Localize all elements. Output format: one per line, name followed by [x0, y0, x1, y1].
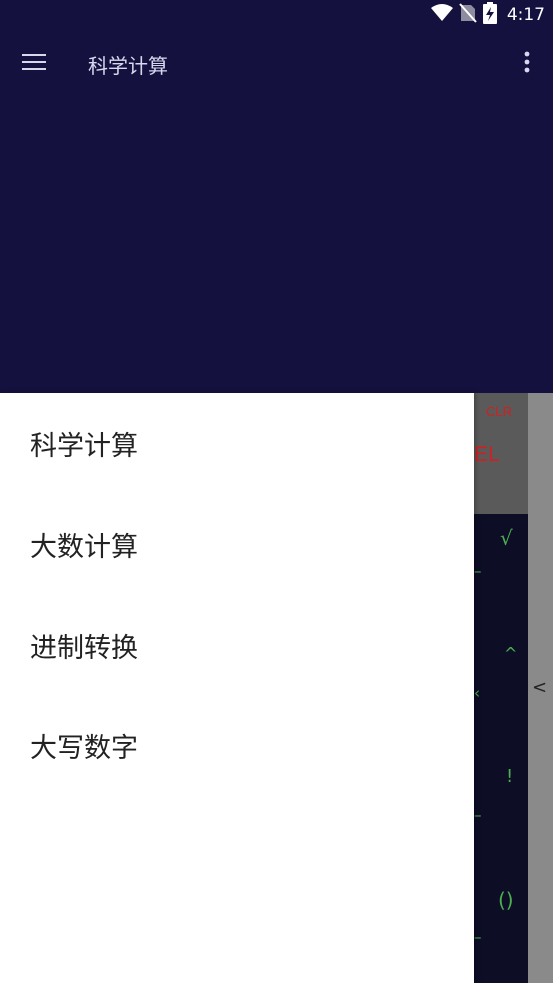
key-divider: – — [474, 562, 482, 580]
drawer-item-label: 大写数字 — [30, 732, 138, 764]
app-header: 4:17 科学计算 — [0, 0, 553, 393]
power-key[interactable]: ^ — [504, 644, 517, 663]
status-bar: 4:17 — [0, 0, 553, 30]
calculator-keypad: √ – ^ ‹ ! – () – — [474, 514, 528, 983]
toolbar: 科学计算 — [0, 30, 553, 96]
drawer-item-chinese-numerals[interactable]: 大写数字 — [0, 695, 474, 795]
status-icons: 4:17 — [430, 2, 545, 28]
hamburger-menu-icon — [22, 53, 46, 75]
drawer-item-label: 科学计算 — [30, 430, 138, 462]
key-divider: ‹ — [474, 684, 480, 702]
drawer-item-base-conversion[interactable]: 进制转换 — [0, 595, 474, 695]
menu-button[interactable] — [14, 46, 54, 82]
side-panel-handle[interactable]: < — [528, 393, 553, 983]
more-vert-icon — [524, 51, 530, 77]
navigation-drawer: 科学计算 大数计算 进制转换 大写数字 — [0, 393, 474, 983]
del-button[interactable]: EL — [474, 443, 500, 467]
factorial-key[interactable]: ! — [506, 766, 513, 787]
status-time: 4:17 — [506, 5, 545, 25]
more-options-button[interactable] — [511, 48, 543, 80]
battery-charging-icon — [482, 2, 497, 28]
calculator-display: CLR EL — [474, 393, 528, 514]
page-title: 科学计算 — [88, 54, 168, 78]
calculator-background: CLR EL √ – ^ ‹ ! – () – < — [474, 393, 553, 983]
clr-button[interactable]: CLR — [486, 404, 512, 419]
key-divider: – — [474, 806, 482, 824]
wifi-icon — [430, 4, 453, 26]
sqrt-key[interactable]: √ — [500, 526, 513, 550]
parentheses-key[interactable]: () — [498, 888, 514, 912]
drawer-item-scientific[interactable]: 科学计算 — [0, 393, 474, 493]
drawer-item-label: 大数计算 — [30, 531, 138, 563]
chevron-left-icon: < — [532, 677, 548, 698]
no-sim-icon — [459, 3, 477, 27]
drawer-item-label: 进制转换 — [30, 632, 138, 664]
drawer-item-bignumber[interactable]: 大数计算 — [0, 494, 474, 594]
key-divider: – — [474, 928, 482, 946]
